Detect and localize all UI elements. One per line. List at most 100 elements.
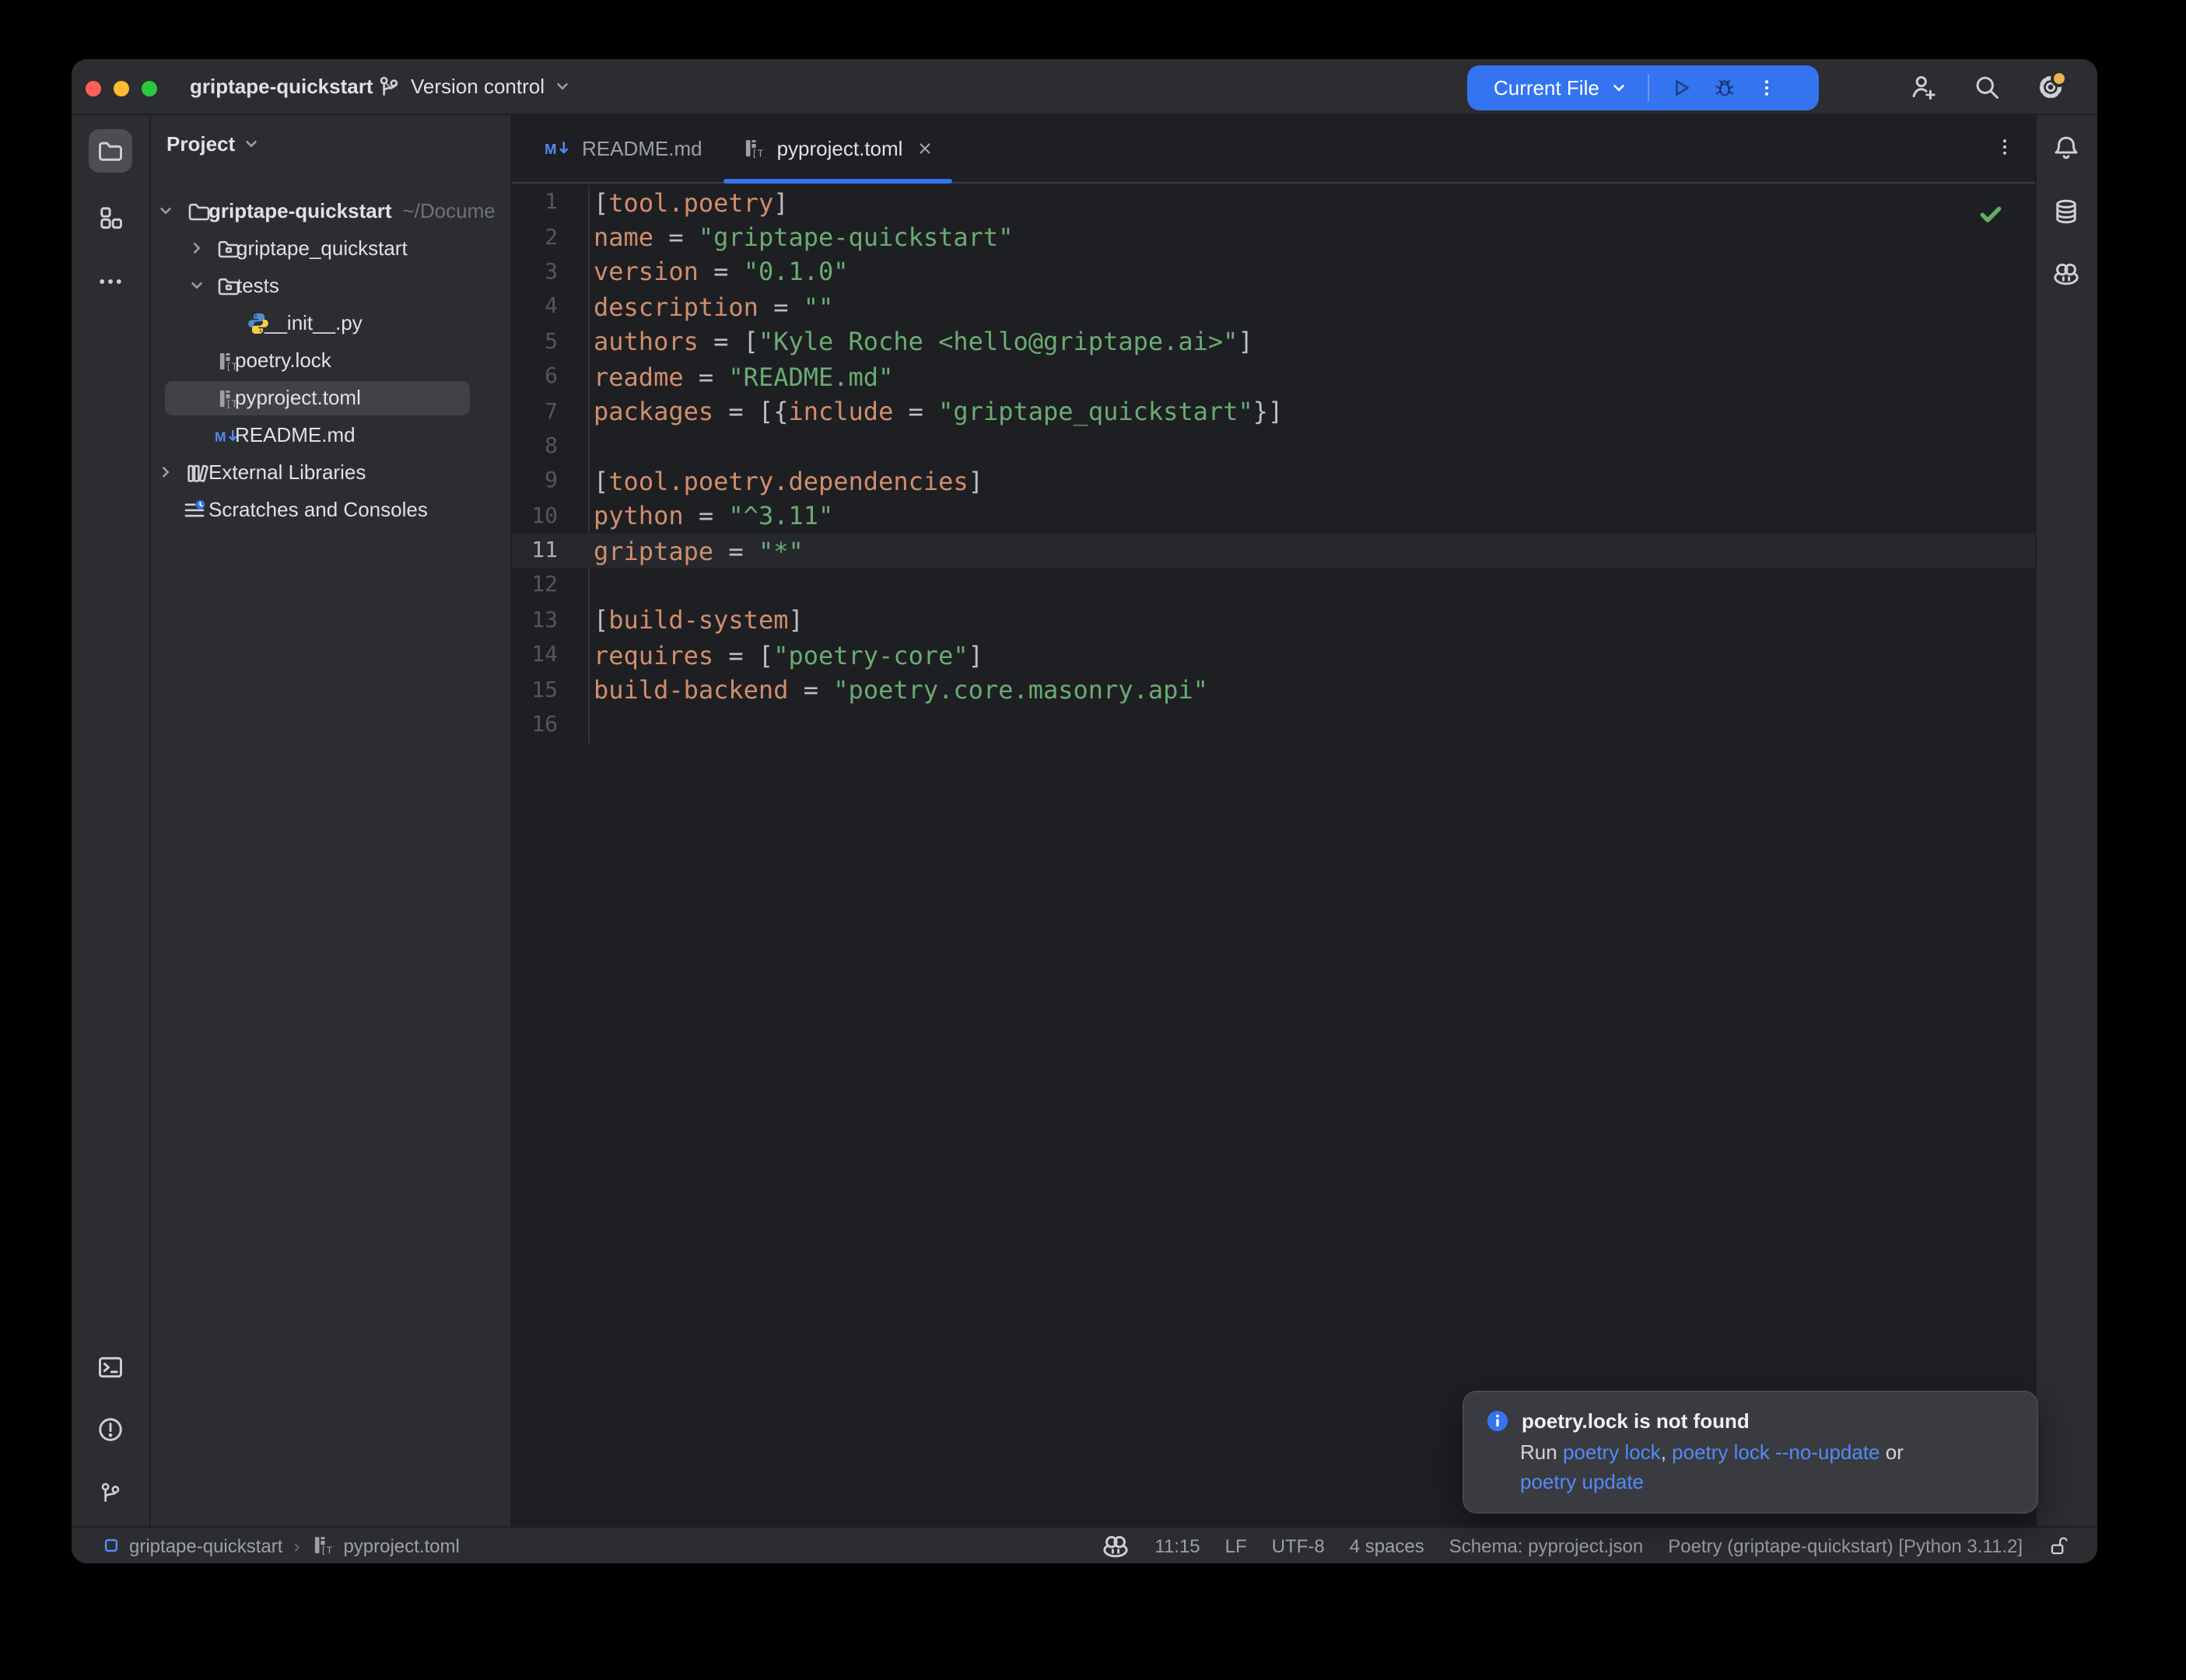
code-token: ] (969, 467, 983, 496)
code-line-5[interactable]: 5authors = ["Kyle Roche <hello@griptape.… (512, 324, 2037, 359)
notification-link[interactable]: poetry lock --no-update (1672, 1440, 1879, 1464)
bell-icon (2052, 134, 2080, 162)
libs-icon (185, 460, 210, 485)
status-11[interactable]: 11:15 (1154, 1535, 1200, 1556)
tree-item-external-libraries[interactable]: External Libraries (151, 454, 509, 492)
notification-text-line: Run poetry lock, poetry lock --no-update… (1520, 1439, 2015, 1468)
notification-text: , (1661, 1440, 1672, 1464)
copilot-tool-button[interactable] (2052, 260, 2080, 288)
markdown-icon: M (545, 138, 571, 159)
tree-item-tests[interactable]: tests (151, 268, 509, 305)
code-token: }] (1253, 397, 1284, 426)
code-line-1[interactable]: 1[tool.poetry] (512, 185, 2037, 220)
project-square-icon (103, 1537, 120, 1554)
code-line-7[interactable]: 7packages = [{include = "griptape_quicks… (512, 394, 2037, 429)
status-poetry-griptape-quickstart-python-3-11-2-[interactable]: Poetry (griptape-quickstart) [Python 3.1… (1668, 1535, 2023, 1556)
code-line-14[interactable]: 14requires = ["poetry-core"] (512, 638, 2037, 673)
database-tool-button[interactable] (2052, 198, 2080, 226)
add-user-button[interactable] (1909, 72, 1937, 100)
run-button[interactable] (1669, 76, 1693, 100)
tree-item-label: tests (236, 268, 279, 305)
code-line-6[interactable]: 6readme = "README.md" (512, 359, 2037, 394)
code-token: = (713, 536, 758, 565)
line-number: 16 (512, 712, 587, 737)
code-token: "0.1.0" (744, 257, 849, 287)
status-schema[interactable]: Schema: pyproject.json (1449, 1535, 1643, 1556)
version-control-tool-button[interactable] (89, 1472, 132, 1515)
code-line-12[interactable]: 12 (512, 569, 2037, 604)
code-token: requires (594, 641, 713, 670)
run-widget[interactable]: Current File (1467, 65, 1819, 110)
code-token: ] (1238, 327, 1252, 357)
status-lock-open[interactable] (2048, 1535, 2069, 1556)
code-line-15[interactable]: 15build-backend = "poetry.core.masonry.a… (512, 673, 2037, 708)
breadcrumb-project[interactable]: griptape-quickstart (103, 1535, 282, 1556)
chevron-down-icon[interactable] (188, 277, 205, 294)
code-line-13[interactable]: 13[build-system] (512, 603, 2037, 638)
tab-options-kebab-icon[interactable] (1995, 135, 2015, 159)
file-icon: [T] (310, 1534, 334, 1557)
chevron-right-icon[interactable] (188, 240, 205, 257)
code-line-3[interactable]: 3version = "0.1.0" (512, 255, 2037, 290)
code-line-11[interactable]: 11griptape = "*" (512, 534, 2037, 569)
run-configuration-selector[interactable]: Current File (1494, 76, 1599, 100)
problems-tool-button[interactable] (89, 1408, 132, 1451)
breadcrumb-file[interactable]: [T] pyproject.toml (310, 1534, 459, 1557)
project-panel-header[interactable]: Project (151, 115, 509, 171)
status-bar-widgets: 11:15 LF UTF-8 4 spaces Schema: pyproject.js… (1102, 1531, 2097, 1559)
tree-item-label: poetry.lock (235, 342, 331, 380)
notifications-button[interactable] (2052, 134, 2080, 162)
code-line-9[interactable]: 9[tool.poetry.dependencies] (512, 464, 2037, 499)
tree-item-pyproject-toml[interactable]: [T]pyproject.toml (151, 380, 509, 417)
close-icon[interactable] (916, 140, 934, 157)
code-line-8[interactable]: 8 (512, 429, 2037, 464)
status-4-spaces[interactable]: 4 spaces (1350, 1535, 1424, 1556)
notification-link[interactable]: poetry lock (1563, 1440, 1661, 1464)
code-line-2[interactable]: 2name = "griptape-quickstart" (512, 220, 2037, 255)
notification-popup[interactable]: poetry.lock is not found Run poetry lock… (1463, 1391, 2038, 1514)
titlebar-actions (1909, 59, 2097, 114)
status-lf[interactable]: LF (1225, 1535, 1247, 1556)
code-line-10[interactable]: 10python = "^3.11" (512, 499, 2037, 534)
run-more-kebab-icon[interactable] (1757, 76, 1777, 100)
code-line-16[interactable]: 16 (512, 708, 2037, 743)
chevron-down-icon[interactable] (157, 202, 174, 219)
line-number: 13 (512, 608, 587, 633)
tree-item-griptape-quickstart[interactable]: griptape-quickstart~/Docume (151, 193, 509, 230)
structure-tool-button[interactable] (89, 196, 132, 240)
minimize-window-button[interactable] (114, 80, 129, 96)
left-tool-stripe (72, 115, 151, 1526)
notification-link[interactable]: poetry update (1520, 1469, 1644, 1493)
tree-item-poetry-lock[interactable]: [T]poetry.lock (151, 342, 509, 380)
debug-button[interactable] (1713, 76, 1736, 100)
code-editor[interactable]: 1[tool.poetry]2name = "griptape-quicksta… (512, 185, 2037, 743)
notification-body: Run poetry lock, poetry lock --no-update… (1486, 1439, 2015, 1496)
terminal-tool-button[interactable] (89, 1346, 132, 1389)
project-tree: griptape-quickstart~/Documegriptape_quic… (151, 193, 509, 529)
tree-item--init-py[interactable]: __init__.py (151, 305, 509, 342)
project-tool-button[interactable] (89, 129, 132, 173)
ide-window: griptape-quickstart Version control Curr… (72, 59, 2097, 1563)
close-window-button[interactable] (86, 80, 101, 96)
breadcrumbs: griptape-quickstart › [T] pyproject.toml (72, 1534, 460, 1557)
code-token: "griptape-quickstart" (699, 222, 1014, 252)
settings-button[interactable] (2037, 72, 2065, 100)
svg-text:M: M (215, 429, 226, 444)
settings-update-badge (2051, 69, 2068, 86)
tree-item-griptape-quickstart[interactable]: griptape_quickstart (151, 230, 509, 268)
chevron-right-icon[interactable] (157, 464, 174, 481)
tree-item-label: __init__.py (264, 305, 363, 342)
editor-tab-bar: M README.md[T] pyproject.toml (512, 115, 2037, 184)
tree-item-readme-md[interactable]: MREADME.md (151, 417, 509, 454)
tab-pyproject-toml[interactable]: [T] pyproject.toml (723, 115, 955, 182)
status-utf-8[interactable]: UTF-8 (1272, 1535, 1325, 1556)
search-everywhere-button[interactable] (1973, 72, 2001, 100)
tree-item-scratches-and-consoles[interactable]: Scratches and Consoles (151, 492, 509, 529)
more-tools-button[interactable] (89, 260, 132, 303)
zoom-window-button[interactable] (142, 80, 157, 96)
status-copilot[interactable] (1102, 1531, 1130, 1559)
lock_open-icon (2048, 1535, 2069, 1556)
tab-readme-md[interactable]: M README.md (524, 115, 723, 182)
vcs-widget[interactable]: Version control (370, 59, 577, 114)
code-line-4[interactable]: 4description = "" (512, 289, 2037, 324)
